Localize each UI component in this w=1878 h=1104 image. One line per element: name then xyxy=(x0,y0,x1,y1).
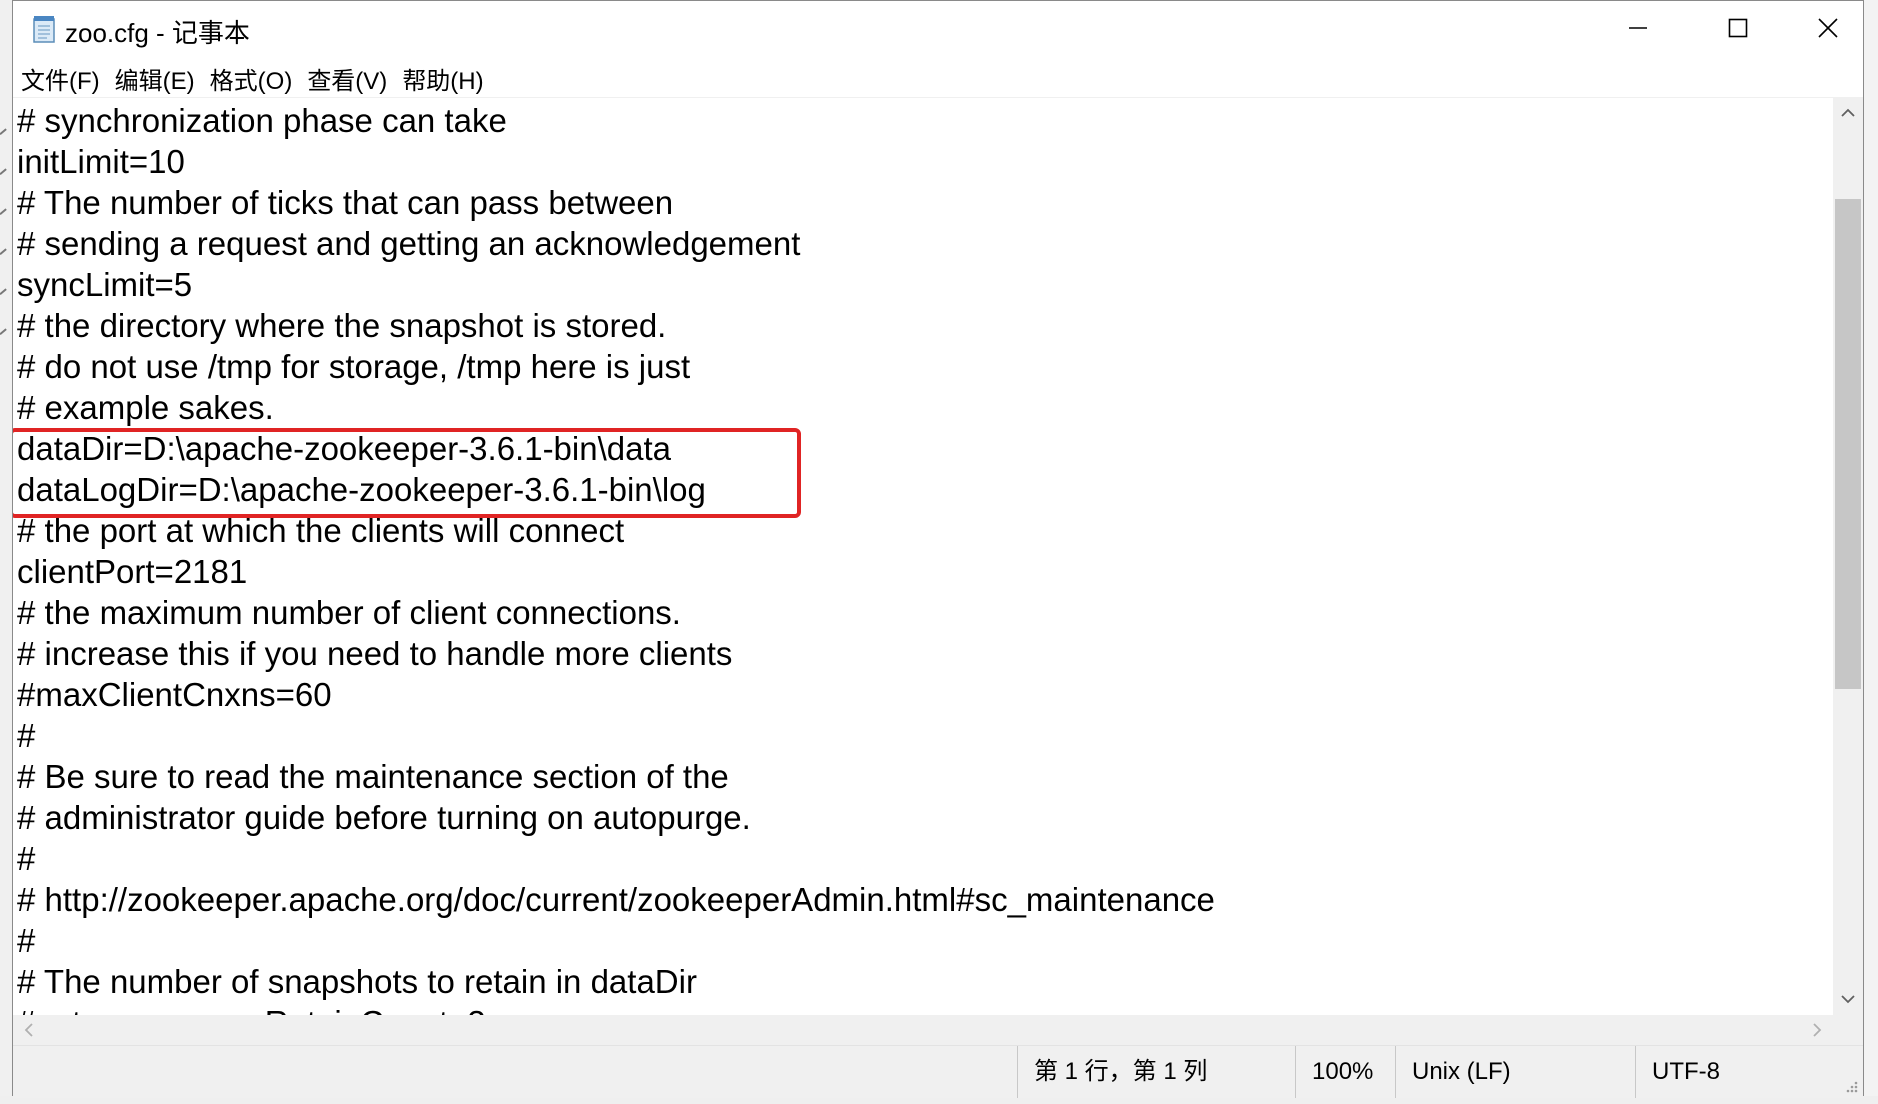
text-editor[interactable]: # synchronization phase can take initLim… xyxy=(13,97,1833,1016)
text-line: # example sakes. xyxy=(17,389,274,426)
cursor-position: 第 1 行，第 1 列 xyxy=(1017,1046,1295,1098)
horizontal-scrollbar[interactable] xyxy=(13,1015,1833,1045)
text-line: # synchronization phase can take xyxy=(17,102,507,139)
text-line: syncLimit=5 xyxy=(17,266,193,303)
text-line: # xyxy=(17,717,36,754)
text-line: # The number of ticks that can pass betw… xyxy=(17,184,674,221)
menu-file[interactable]: 文件(F) xyxy=(15,61,106,96)
maximize-button[interactable] xyxy=(1693,1,1783,59)
scroll-left-icon[interactable] xyxy=(19,1020,39,1040)
pin-mark-icon xyxy=(0,128,11,140)
line-ending: Unix (LF) xyxy=(1395,1046,1635,1098)
window-title: zoo.cfg - 记事本 xyxy=(65,18,250,48)
vertical-scrollbar[interactable] xyxy=(1833,97,1863,1015)
text-line: # administrator guide before turning on … xyxy=(17,799,751,836)
minimize-icon xyxy=(1627,17,1649,44)
pin-mark-icon xyxy=(0,328,11,340)
text-line: #autopurge.snapRetainCount=3 xyxy=(17,1002,486,1016)
text-line: # the directory where the snapshot is st… xyxy=(17,307,667,344)
notepad-window: zoo.cfg - 记事本 文件(F) 编辑(E) 格式(O) 查看(V) 帮助… xyxy=(12,0,1864,1098)
pin-mark-icon xyxy=(0,288,11,300)
title-bar[interactable]: zoo.cfg - 记事本 xyxy=(13,1,1863,59)
text-line: # the maximum number of client connectio… xyxy=(17,594,681,631)
minimize-button[interactable] xyxy=(1593,1,1683,59)
maximize-icon xyxy=(1727,17,1749,44)
close-button[interactable] xyxy=(1783,1,1873,59)
pin-mark-icon xyxy=(0,208,11,220)
encoding: UTF-8 xyxy=(1635,1046,1861,1098)
scroll-up-icon[interactable] xyxy=(1838,103,1858,123)
text-line: initLimit=10 xyxy=(17,143,185,180)
resize-grip-icon[interactable] xyxy=(1843,1078,1859,1094)
pin-mark-icon xyxy=(0,168,11,180)
text-line: # sending a request and getting an ackno… xyxy=(17,225,801,262)
text-line: dataDir=D:\apache-zookeeper-3.6.1-bin\da… xyxy=(17,430,671,467)
text-line: #maxClientCnxns=60 xyxy=(17,676,332,713)
text-line: dataLogDir=D:\apache-zookeeper-3.6.1-bin… xyxy=(17,471,706,508)
scroll-right-icon[interactable] xyxy=(1807,1020,1827,1040)
text-line: # xyxy=(17,922,36,959)
scrollbar-corner xyxy=(1833,1015,1863,1045)
vertical-scroll-thumb[interactable] xyxy=(1835,199,1861,689)
notepad-icon xyxy=(31,15,57,43)
menu-bar: 文件(F) 编辑(E) 格式(O) 查看(V) 帮助(H) xyxy=(13,59,1863,97)
text-line: # increase this if you need to handle mo… xyxy=(17,635,733,672)
text-line: # The number of snapshots to retain in d… xyxy=(17,963,697,1000)
menu-edit[interactable]: 编辑(E) xyxy=(109,61,201,96)
close-icon xyxy=(1817,17,1839,44)
menu-view[interactable]: 查看(V) xyxy=(301,61,393,96)
text-line: # Be sure to read the maintenance sectio… xyxy=(17,758,729,795)
text-line: clientPort=2181 xyxy=(17,553,248,590)
text-line: # http://zookeeper.apache.org/doc/curren… xyxy=(17,881,1215,918)
zoom-level: 100% xyxy=(1295,1046,1395,1098)
text-line: # the port at which the clients will con… xyxy=(17,512,625,549)
status-bar: 第 1 行，第 1 列 100% Unix (LF) UTF-8 xyxy=(13,1045,1863,1098)
text-line: # xyxy=(17,840,36,877)
pin-mark-icon xyxy=(0,248,11,260)
text-line: # do not use /tmp for storage, /tmp here… xyxy=(17,348,691,385)
desktop-edge-right xyxy=(1864,0,1878,1104)
menu-help[interactable]: 帮助(H) xyxy=(396,61,489,96)
scroll-down-icon[interactable] xyxy=(1838,989,1858,1009)
menu-format[interactable]: 格式(O) xyxy=(204,61,299,96)
